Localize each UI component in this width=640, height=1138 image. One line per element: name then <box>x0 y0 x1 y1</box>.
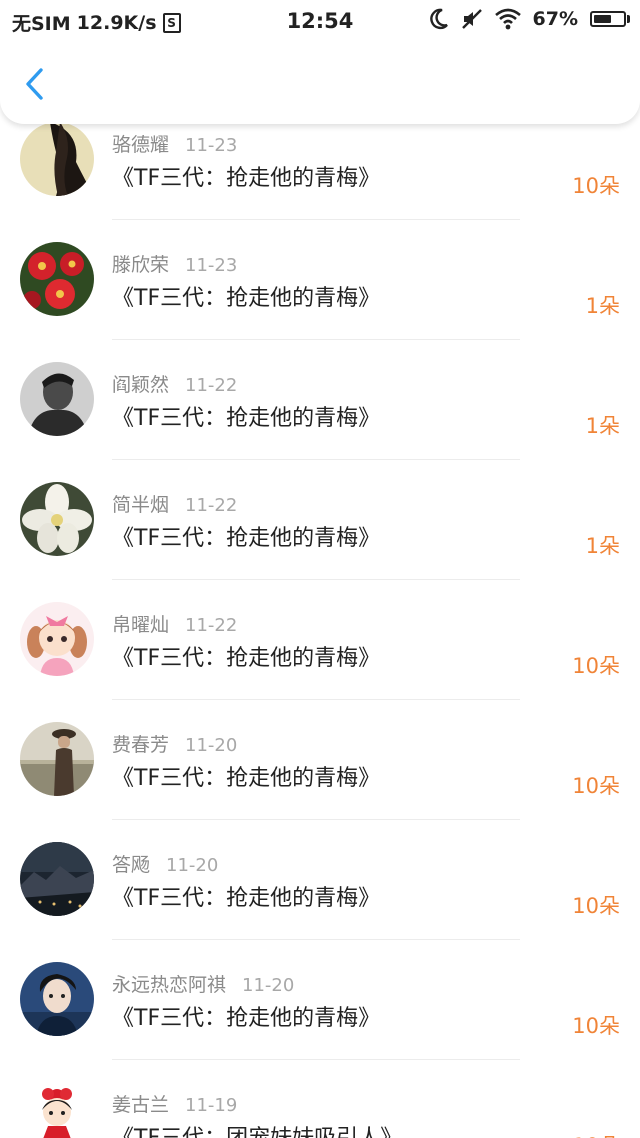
book-title: 《TF三代：抢走他的青梅》 <box>112 286 381 311</box>
flower-amount: 10朵 <box>572 894 620 918</box>
wifi-icon <box>494 8 521 30</box>
avatar <box>20 842 94 916</box>
item-meta: 费春芳 11-20 <box>112 730 237 757</box>
book-title: 《TF三代：抢走他的青梅》 <box>112 166 381 191</box>
user-name: 滕欣荣 <box>112 254 170 276</box>
avatar <box>20 362 94 436</box>
flower-amount: 10朵 <box>572 1014 620 1038</box>
book-title: 《TF三代：抢走他的青梅》 <box>112 766 381 791</box>
tip-date: 11-20 <box>242 975 295 996</box>
item-meta: 简半烟 11-22 <box>112 490 237 517</box>
tip-date: 11-19 <box>185 1095 238 1116</box>
avatar <box>20 1082 94 1138</box>
flower-amount: 1朵 <box>585 534 620 558</box>
user-name: 答飏 <box>112 854 151 876</box>
user-name: 简半烟 <box>112 494 170 516</box>
list-item[interactable]: 滕欣荣 11-23 《TF三代：抢走他的青梅》 1朵 <box>0 220 640 340</box>
item-meta: 答飏 11-20 <box>112 850 218 877</box>
user-name: 费春芳 <box>112 734 170 756</box>
flower-amount: 10朵 <box>572 1130 620 1138</box>
book-title: 《TF三代：团宠妹妹吸引人》 <box>112 1120 402 1138</box>
list-item[interactable]: 姜古兰 11-19 《TF三代：团宠妹妹吸引人》 10朵 <box>0 1060 640 1138</box>
tip-date: 11-20 <box>166 855 219 876</box>
avatar <box>20 722 94 796</box>
avatar <box>20 602 94 676</box>
flower-amount: 10朵 <box>572 654 620 678</box>
user-name: 永远热恋阿祺 <box>112 974 227 996</box>
book-title: 《TF三代：抢走他的青梅》 <box>112 886 381 911</box>
user-name: 骆德耀 <box>112 134 170 156</box>
avatar <box>20 242 94 316</box>
item-meta: 滕欣荣 11-23 <box>112 250 237 277</box>
nav-bar <box>0 44 640 124</box>
battery-percent: 67% <box>532 8 578 30</box>
mute-icon <box>461 8 483 30</box>
list-item[interactable]: 永远热恋阿祺 11-20 《TF三代：抢走他的青梅》 10朵 <box>0 940 640 1060</box>
tip-date: 11-22 <box>185 615 238 636</box>
item-meta: 阎颖然 11-22 <box>112 370 237 397</box>
list-item[interactable]: 简半烟 11-22 《TF三代：抢走他的青梅》 1朵 <box>0 460 640 580</box>
chevron-left-icon <box>23 67 45 105</box>
user-name: 阎颖然 <box>112 374 170 396</box>
book-title: 《TF三代：抢走他的青梅》 <box>112 646 381 671</box>
status-bar: 无SIM 12.9K/s S 12:54 67% <box>0 0 640 44</box>
flower-amount: 1朵 <box>585 414 620 438</box>
avatar <box>20 962 94 1036</box>
page: 无SIM 12.9K/s S 12:54 67% 骆德耀 11-23 《TF三代… <box>0 0 640 1138</box>
moon-icon <box>429 8 449 30</box>
list-item[interactable]: 帛曜灿 11-22 《TF三代：抢走他的青梅》 10朵 <box>0 580 640 700</box>
flower-amount: 1朵 <box>585 294 620 318</box>
list-item[interactable]: 费春芳 11-20 《TF三代：抢走他的青梅》 10朵 <box>0 700 640 820</box>
tip-date: 11-22 <box>185 375 238 396</box>
tip-date: 11-22 <box>185 495 238 516</box>
status-right: 67% <box>429 8 630 30</box>
tip-list: 骆德耀 11-23 《TF三代：抢走他的青梅》 10朵 滕欣荣 11-23 《TF三… <box>0 100 640 1138</box>
book-title: 《TF三代：抢走他的青梅》 <box>112 406 381 431</box>
item-meta: 永远热恋阿祺 11-20 <box>112 970 294 997</box>
item-meta: 姜古兰 11-19 <box>112 1090 237 1117</box>
tip-date: 11-20 <box>185 735 238 756</box>
tip-date: 11-23 <box>185 135 238 156</box>
item-meta: 帛曜灿 11-22 <box>112 610 237 637</box>
tip-date: 11-23 <box>185 255 238 276</box>
user-name: 姜古兰 <box>112 1094 170 1116</box>
battery-icon <box>590 11 630 27</box>
book-title: 《TF三代：抢走他的青梅》 <box>112 1006 381 1031</box>
avatar <box>20 482 94 556</box>
item-meta: 骆德耀 11-23 <box>112 130 237 157</box>
flower-amount: 10朵 <box>572 174 620 198</box>
book-title: 《TF三代：抢走他的青梅》 <box>112 526 381 551</box>
flower-amount: 10朵 <box>572 774 620 798</box>
back-button[interactable] <box>14 66 54 106</box>
list-item[interactable]: 答飏 11-20 《TF三代：抢走他的青梅》 10朵 <box>0 820 640 940</box>
user-name: 帛曜灿 <box>112 614 170 636</box>
list-item[interactable]: 阎颖然 11-22 《TF三代：抢走他的青梅》 1朵 <box>0 340 640 460</box>
avatar <box>20 122 94 196</box>
